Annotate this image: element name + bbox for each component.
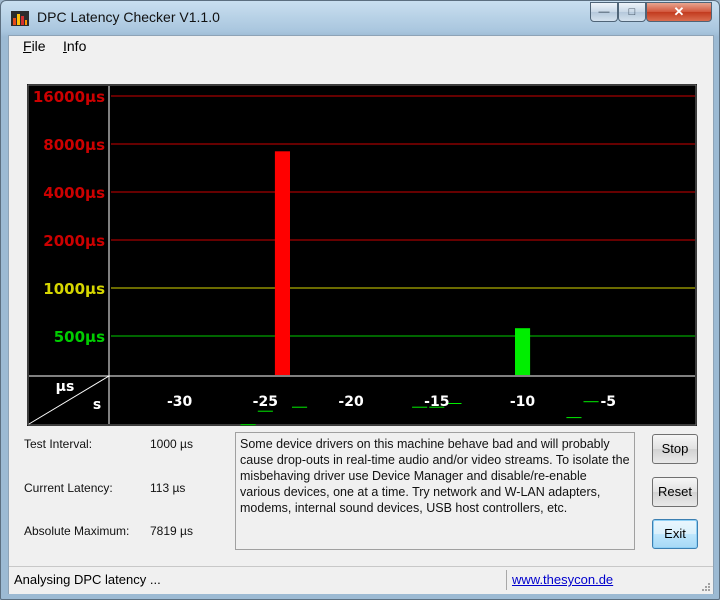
latency-bar-alert <box>274 151 290 375</box>
y-tick-label: 1000µs <box>43 280 105 298</box>
x-tick-label: -10 <box>510 394 536 410</box>
minimize-button[interactable]: — <box>590 2 618 22</box>
menu-info[interactable]: Info <box>63 38 86 54</box>
latency-bar <box>292 406 308 408</box>
app-icon <box>11 11 29 26</box>
latency-bar <box>240 424 256 426</box>
reset-button[interactable]: Reset <box>652 477 698 507</box>
y-tick-label: 2000µs <box>43 232 105 250</box>
latency-bar <box>583 401 599 403</box>
x-tick-label: -20 <box>338 394 364 410</box>
menu-file-mnemonic: F <box>23 38 32 54</box>
y-unit-label: µs <box>56 379 75 395</box>
status-divider <box>506 570 507 590</box>
status-bar: Analysing DPC latency ... www.thesycon.d… <box>9 566 713 594</box>
exit-button[interactable]: Exit <box>652 519 698 549</box>
status-text: Analysing DPC latency ... <box>14 572 161 587</box>
maximize-button[interactable]: □ <box>618 2 646 22</box>
y-tick-label: 16000µs <box>33 88 105 106</box>
menu-bar: File Info <box>9 36 713 58</box>
latency-chart: 16000µs 8000µs 4000µs 2000µs 1000µs 500µs -30… <box>27 84 697 426</box>
test-interval-label: Test Interval: <box>24 437 93 451</box>
x-unit-label: s <box>93 397 101 413</box>
absolute-maximum-label: Absolute Maximum: <box>24 524 130 538</box>
close-button[interactable]: ✕ <box>646 2 712 22</box>
y-tick-label: 8000µs <box>43 136 105 154</box>
x-tick-label: -25 <box>253 394 278 410</box>
y-tick-label: 500µs <box>54 328 105 346</box>
menu-info-label: nfo <box>66 38 87 54</box>
current-latency-value: 113 µs <box>150 481 186 495</box>
y-tick-label: 4000µs <box>43 184 105 202</box>
title-bar[interactable]: DPC Latency Checker V1.1.0 — □ ✕ <box>1 1 719 35</box>
stop-button[interactable]: Stop <box>652 434 698 464</box>
latency-bar <box>515 328 531 375</box>
test-interval-value: 1000 µs <box>150 437 193 451</box>
absolute-maximum-value: 7819 µs <box>150 524 193 538</box>
client-area: File Info 16000µs 8000µs 4000µs 2000µs 1000µ… <box>8 35 714 594</box>
app-window: DPC Latency Checker V1.1.0 — □ ✕ File In… <box>0 0 720 600</box>
driver-warning-message: Some device drivers on this machine beha… <box>235 432 635 550</box>
menu-file[interactable]: File <box>23 38 46 54</box>
x-tick-label: -30 <box>167 394 193 410</box>
chart-background <box>27 84 697 426</box>
resize-grip-icon[interactable] <box>701 582 711 592</box>
window-title: DPC Latency Checker V1.1.0 <box>37 9 220 25</box>
x-tick-label: -15 <box>424 394 449 410</box>
website-link[interactable]: www.thesycon.de <box>512 572 613 587</box>
x-tick-label: -5 <box>600 394 616 410</box>
current-latency-label: Current Latency: <box>24 481 113 495</box>
menu-file-label: ile <box>31 38 46 54</box>
latency-bar <box>257 410 273 412</box>
latency-bar <box>566 417 582 419</box>
